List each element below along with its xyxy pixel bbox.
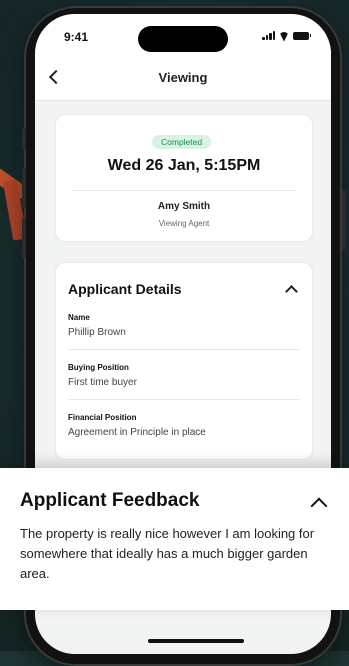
phone-volume-up: [22, 168, 26, 208]
chevron-up-icon[interactable]: [310, 497, 328, 515]
page-title: Viewing: [158, 70, 208, 85]
field-label-buying-position: Buying Position: [68, 363, 129, 372]
home-indicator: [148, 639, 244, 643]
dynamic-island: [138, 26, 228, 52]
applicant-details-card: Applicant Details Name Phillip Brown Buy…: [55, 262, 313, 460]
field-value-financial-position: Agreement in Principle in place: [68, 427, 206, 438]
wifi-icon: [279, 32, 289, 40]
status-badge: Completed: [152, 135, 212, 149]
status-time: 9:41: [64, 30, 89, 44]
status-bar: 9:41: [35, 14, 331, 58]
phone-power-button: [342, 190, 346, 250]
applicant-feedback-card: Applicant Feedback The property is reall…: [0, 468, 349, 610]
section-title: Applicant Details: [68, 281, 182, 297]
signal-icon: [262, 31, 275, 40]
nav-bar: Viewing: [35, 58, 331, 101]
appointment-card: Completed Wed 26 Jan, 5:15PM Amy Smith V…: [55, 114, 313, 242]
divider: [72, 190, 296, 191]
phone-volume-down: [22, 218, 26, 258]
agent-role: Viewing Agent: [158, 219, 210, 228]
field-label-financial-position: Financial Position: [68, 413, 137, 422]
field-label-name: Name: [68, 313, 90, 322]
appointment-datetime: Wed 26 Jan, 5:15PM: [107, 157, 261, 174]
divider: [68, 349, 300, 350]
status-icons: [262, 31, 311, 40]
battery-icon: [293, 31, 311, 40]
phone-side-button: [22, 128, 26, 150]
feedback-title: Applicant Feedback: [20, 490, 200, 511]
agent-name: Amy Smith: [157, 201, 211, 212]
divider: [68, 399, 300, 400]
feedback-text: The property is really nice however I am…: [20, 526, 315, 581]
chevron-up-icon[interactable]: [285, 285, 298, 298]
field-value-buying-position: First time buyer: [68, 377, 137, 388]
field-value-name: Phillip Brown: [68, 327, 126, 338]
